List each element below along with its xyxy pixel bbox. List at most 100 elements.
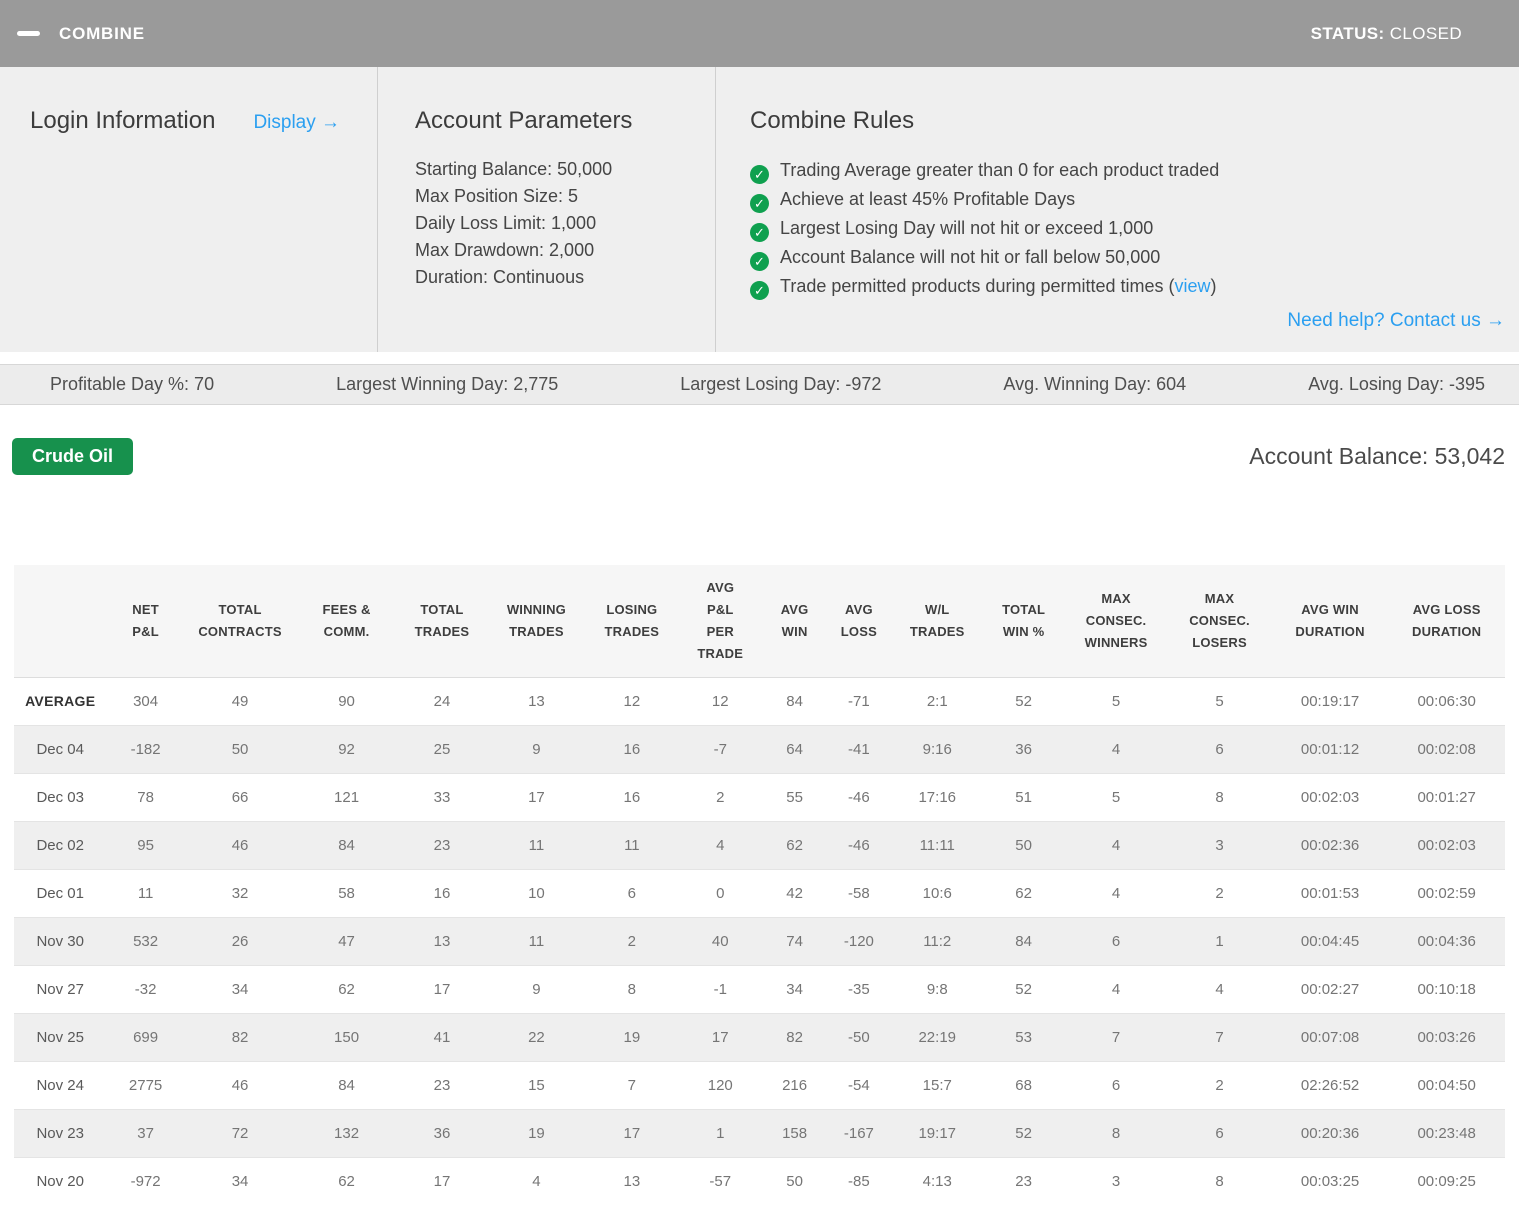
table-cell: -120 bbox=[826, 917, 892, 965]
table-cell: 158 bbox=[763, 1109, 825, 1157]
table-cell: 5 bbox=[1065, 773, 1167, 821]
table-cell: -35 bbox=[826, 965, 892, 1013]
table-cell: -54 bbox=[826, 1061, 892, 1109]
table-cell: 40 bbox=[677, 917, 763, 965]
table-row: Dec 04-182509225916-764-419:16364600:01:… bbox=[14, 725, 1505, 773]
table-cell: 68 bbox=[982, 1061, 1064, 1109]
table-cell: 132 bbox=[295, 1109, 397, 1157]
table-cell: -57 bbox=[677, 1157, 763, 1205]
table-cell: 17 bbox=[486, 773, 586, 821]
table-cell: 00:02:03 bbox=[1388, 821, 1505, 869]
row-label: Dec 04 bbox=[14, 725, 106, 773]
table-cell: 66 bbox=[185, 773, 296, 821]
check-icon: ✓ bbox=[750, 194, 769, 213]
daily-stats-table: NET P&LTOTAL CONTRACTSFEES & COMM.TOTAL … bbox=[14, 565, 1505, 1205]
table-cell: 120 bbox=[677, 1061, 763, 1109]
table-cell: 72 bbox=[185, 1109, 296, 1157]
row-label: Nov 23 bbox=[14, 1109, 106, 1157]
table-cell: 22 bbox=[486, 1013, 586, 1061]
combine-rules-section: Combine Rules ✓Trading Average greater t… bbox=[716, 67, 1519, 352]
table-cell: 2775 bbox=[106, 1061, 184, 1109]
table-cell: 1 bbox=[677, 1109, 763, 1157]
table-cell: 7 bbox=[1167, 1013, 1271, 1061]
rule-text: Trade permitted products during permitte… bbox=[780, 276, 1175, 296]
parameter-line: Starting Balance: 50,000 bbox=[415, 156, 715, 183]
column-header: MAX CONSEC. LOSERS bbox=[1167, 565, 1271, 677]
table-cell: -167 bbox=[826, 1109, 892, 1157]
combine-rule: ✓Trading Average greater than 0 for each… bbox=[750, 156, 1505, 185]
table-cell: 4 bbox=[1167, 965, 1271, 1013]
table-cell: 4 bbox=[1065, 965, 1167, 1013]
table-cell: 00:01:53 bbox=[1272, 869, 1389, 917]
rule-text: Largest Losing Day will not hit or excee… bbox=[780, 218, 1153, 238]
table-cell: 82 bbox=[763, 1013, 825, 1061]
table-cell: 37 bbox=[106, 1109, 184, 1157]
table-cell: 42 bbox=[763, 869, 825, 917]
table-cell: 11 bbox=[587, 821, 677, 869]
row-label: Dec 03 bbox=[14, 773, 106, 821]
parameter-line: Max Position Size: 5 bbox=[415, 183, 715, 210]
table-cell: 16 bbox=[587, 725, 677, 773]
table-cell: 34 bbox=[185, 1157, 296, 1205]
table-cell: 11:2 bbox=[892, 917, 982, 965]
table-cell: 00:03:26 bbox=[1388, 1013, 1505, 1061]
table-cell: 00:09:25 bbox=[1388, 1157, 1505, 1205]
table-cell: 304 bbox=[106, 677, 184, 725]
table-cell: 84 bbox=[763, 677, 825, 725]
row-label: Nov 24 bbox=[14, 1061, 106, 1109]
table-cell: 6 bbox=[587, 869, 677, 917]
table-cell: 90 bbox=[295, 677, 397, 725]
table-cell: 532 bbox=[106, 917, 184, 965]
stat-item: Avg. Winning Day: 604 bbox=[1003, 374, 1186, 395]
table-cell: 6 bbox=[1167, 1109, 1271, 1157]
table-cell: 23 bbox=[398, 1061, 486, 1109]
view-link[interactable]: view bbox=[1175, 276, 1211, 296]
stat-item: Avg. Losing Day: -395 bbox=[1308, 374, 1485, 395]
table-row: AVERAGE30449902413121284-712:1525500:19:… bbox=[14, 677, 1505, 725]
table-cell: 7 bbox=[587, 1061, 677, 1109]
table-cell: 52 bbox=[982, 677, 1064, 725]
combine-rule: ✓ Trade permitted products during permitt… bbox=[750, 272, 1505, 301]
table-cell: 11 bbox=[486, 917, 586, 965]
table-cell: 00:02:27 bbox=[1272, 965, 1389, 1013]
table-cell: 17 bbox=[398, 965, 486, 1013]
table-cell: -46 bbox=[826, 821, 892, 869]
column-header: MAX CONSEC. WINNERS bbox=[1065, 565, 1167, 677]
minimize-button[interactable] bbox=[17, 19, 47, 49]
column-header: FEES & COMM. bbox=[295, 565, 397, 677]
table-cell: -58 bbox=[826, 869, 892, 917]
table-cell: -46 bbox=[826, 773, 892, 821]
table-cell: -85 bbox=[826, 1157, 892, 1205]
column-header-empty bbox=[14, 565, 106, 677]
table-cell: 62 bbox=[763, 821, 825, 869]
column-header: TOTAL WIN % bbox=[982, 565, 1064, 677]
table-row: Nov 305322647131124074-12011:2846100:04:… bbox=[14, 917, 1505, 965]
table-cell: 10 bbox=[486, 869, 586, 917]
display-link[interactable]: Display → bbox=[253, 112, 340, 134]
check-icon: ✓ bbox=[750, 281, 769, 300]
table-cell: 62 bbox=[295, 1157, 397, 1205]
table-row: Dec 0111325816106042-5810:6624200:01:530… bbox=[14, 869, 1505, 917]
table-cell: 51 bbox=[982, 773, 1064, 821]
table-cell: 2 bbox=[587, 917, 677, 965]
table-cell: 50 bbox=[185, 725, 296, 773]
contact-us-link[interactable]: Need help? Contact us → bbox=[1287, 310, 1505, 331]
table-cell: 2:1 bbox=[892, 677, 982, 725]
table-cell: -182 bbox=[106, 725, 184, 773]
product-tab-crude-oil[interactable]: Crude Oil bbox=[12, 438, 133, 475]
table-cell: 121 bbox=[295, 773, 397, 821]
column-header: AVG LOSS DURATION bbox=[1388, 565, 1505, 677]
row-label: Nov 20 bbox=[14, 1157, 106, 1205]
parameter-line: Daily Loss Limit: 1,000 bbox=[415, 210, 715, 237]
table-cell: 11 bbox=[486, 821, 586, 869]
table-cell: 55 bbox=[763, 773, 825, 821]
table-cell: 34 bbox=[185, 965, 296, 1013]
row-label: Nov 30 bbox=[14, 917, 106, 965]
table-cell: 46 bbox=[185, 1061, 296, 1109]
table-cell: 23 bbox=[982, 1157, 1064, 1205]
table-cell: 50 bbox=[982, 821, 1064, 869]
table-cell: 00:04:50 bbox=[1388, 1061, 1505, 1109]
row-label: Dec 02 bbox=[14, 821, 106, 869]
table-header-row: NET P&LTOTAL CONTRACTSFEES & COMM.TOTAL … bbox=[14, 565, 1505, 677]
minimize-icon bbox=[17, 31, 40, 36]
